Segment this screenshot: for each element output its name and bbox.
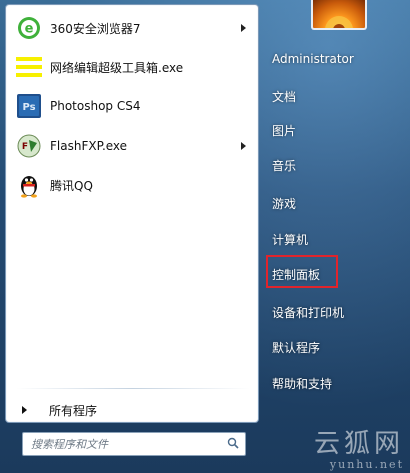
program-label: 腾讯QQ <box>50 178 93 193</box>
all-programs-button[interactable]: 所有程序 <box>10 397 254 423</box>
watermark-text: 云狐网 <box>313 429 404 459</box>
pictures-link[interactable]: 图片 <box>272 122 296 139</box>
user-name-link[interactable]: Administrator <box>272 52 354 66</box>
help-and-support-link[interactable]: 帮助和支持 <box>272 375 332 392</box>
program-item-toolbox[interactable]: 网络编辑超级工具箱.exe <box>10 51 254 83</box>
program-label: 网络编辑超级工具箱.exe <box>50 60 184 75</box>
svg-text:F: F <box>22 142 28 152</box>
program-item-360-browser[interactable]: e 360安全浏览器7 <box>10 12 254 44</box>
flashfxp-icon: F <box>16 133 42 159</box>
places-panel: Administrator 文档 图片 音乐 游戏 计算机 控制面板 设备和打印… <box>262 0 410 473</box>
program-item-photoshop[interactable]: Ps Photoshop CS4 <box>10 90 254 122</box>
divider <box>16 388 250 389</box>
program-label: FlashFXP.exe <box>50 139 128 153</box>
expand-arrow-icon <box>22 406 27 414</box>
user-avatar[interactable] <box>311 0 367 30</box>
devices-and-printers-link[interactable]: 设备和打印机 <box>272 304 344 321</box>
flower-icon <box>325 16 353 28</box>
svg-text:e: e <box>25 22 34 37</box>
music-link[interactable]: 音乐 <box>272 157 296 174</box>
program-item-qq[interactable]: 腾讯QQ <box>10 169 254 201</box>
games-link[interactable]: 游戏 <box>272 195 296 212</box>
360-browser-icon: e <box>16 15 42 41</box>
submenu-arrow-icon[interactable] <box>241 142 246 150</box>
all-programs-label: 所有程序 <box>49 403 98 418</box>
watermark-url: yunhu.net <box>329 458 404 471</box>
default-programs-link[interactable]: 默认程序 <box>272 339 320 356</box>
documents-link[interactable]: 文档 <box>272 88 296 105</box>
search-input[interactable]: 搜索程序和文件 <box>22 432 246 456</box>
photoshop-icon: Ps <box>16 93 42 119</box>
qq-penguin-icon <box>16 172 42 198</box>
watermark: 云狐网 yunhu.net <box>314 429 404 471</box>
program-label: 360安全浏览器7 <box>50 21 141 36</box>
programs-panel: e 360安全浏览器7 网络编辑超级工具箱.exe Ps Photoshop C… <box>5 4 259 423</box>
exe-icon <box>16 54 42 80</box>
highlight-box <box>266 255 338 288</box>
program-label: Photoshop CS4 <box>50 99 141 113</box>
search-placeholder: 搜索程序和文件 <box>31 438 108 451</box>
start-menu: e 360安全浏览器7 网络编辑超级工具箱.exe Ps Photoshop C… <box>0 0 410 473</box>
submenu-arrow-icon[interactable] <box>241 24 246 32</box>
search-icon[interactable] <box>227 437 239 449</box>
computer-link[interactable]: 计算机 <box>272 231 308 248</box>
program-item-flashfxp[interactable]: F FlashFXP.exe <box>10 130 254 162</box>
svg-text:Ps: Ps <box>22 102 35 113</box>
